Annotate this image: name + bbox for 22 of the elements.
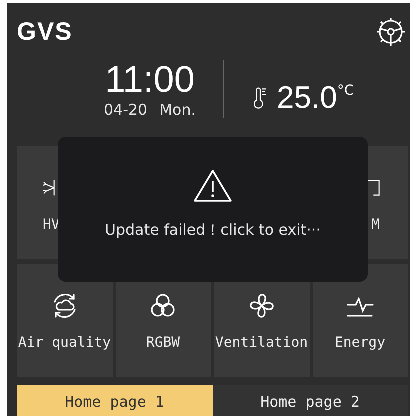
tile-label: Air quality <box>18 334 112 350</box>
tile-label: M <box>372 216 380 232</box>
function-tile[interactable]: Energy <box>312 264 408 377</box>
tile-label: RGBW <box>146 334 180 350</box>
thermometer-icon <box>254 87 267 110</box>
logo: GVS <box>17 18 73 46</box>
bracket-icon <box>368 180 380 196</box>
page-tab[interactable]: Home page 1 <box>17 385 212 416</box>
settings-icon[interactable] <box>376 17 406 47</box>
error-message: Update failed！click to exit··· <box>105 221 321 240</box>
warning-icon <box>193 169 233 203</box>
tile-label: Ventilation <box>215 334 308 350</box>
temperature-unit: °C <box>337 83 354 99</box>
date: 04-20 <box>104 101 148 119</box>
function-tile[interactable]: Air quality <box>17 264 112 377</box>
snowflake-arrows-icon <box>43 180 55 196</box>
weekday: Mon. <box>160 101 196 119</box>
temperature-value: 25.0 <box>277 81 338 115</box>
clock-time: 11:00 <box>105 59 195 101</box>
page-tab[interactable]: Home page 2 <box>212 385 408 416</box>
error-dialog[interactable]: Update failed！click to exit··· <box>58 137 368 282</box>
tile-label: Energy <box>334 334 386 350</box>
